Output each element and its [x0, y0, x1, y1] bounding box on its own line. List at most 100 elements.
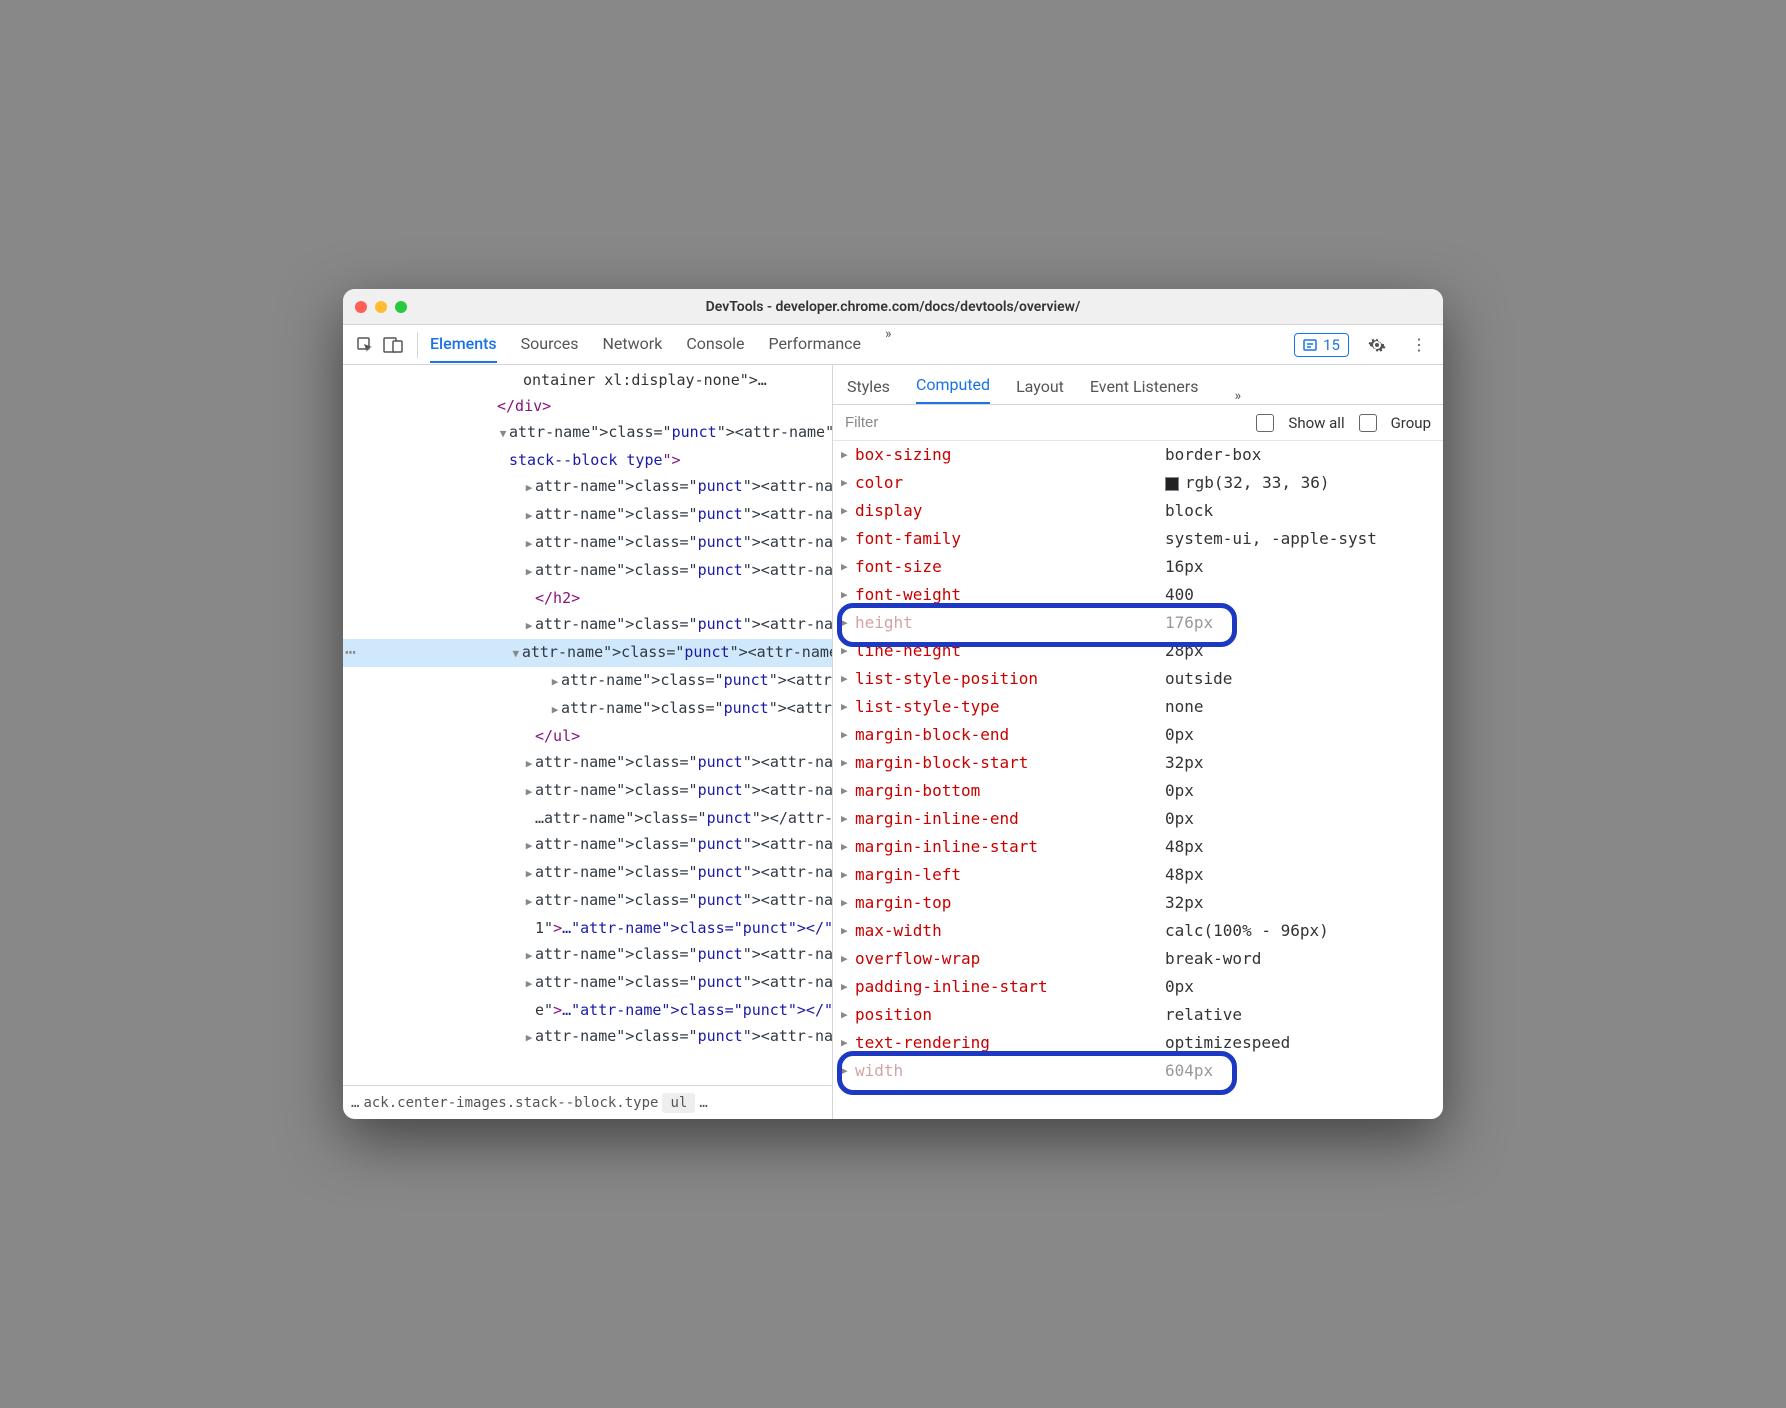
expand-caret-icon[interactable]: ▶ — [841, 693, 855, 721]
expand-caret-icon[interactable]: ▶ — [523, 613, 535, 639]
group-checkbox[interactable] — [1359, 414, 1377, 432]
computed-property-row[interactable]: ▶ list-style-position outside — [833, 665, 1443, 693]
show-all-checkbox[interactable] — [1256, 414, 1274, 432]
expand-caret-icon[interactable]: ▶ — [841, 889, 855, 917]
property-name: font-weight — [855, 581, 1165, 609]
tab-elements[interactable]: Elements — [430, 326, 497, 363]
tab-sources[interactable]: Sources — [521, 326, 579, 363]
expand-caret-icon[interactable]: ▶ — [549, 669, 561, 695]
expand-caret-icon[interactable]: ▶ — [841, 553, 855, 581]
expand-caret-icon[interactable]: ▶ — [841, 945, 855, 973]
breadcrumbs[interactable]: … ack.center-images.stack--block.type ul… — [343, 1085, 832, 1119]
tab-event-listeners[interactable]: Event Listeners — [1090, 369, 1199, 404]
computed-property-row[interactable]: ▶ margin-bottom 0px — [833, 777, 1443, 805]
expand-caret-icon[interactable]: ▶ — [523, 475, 535, 501]
dom-tree[interactable]: ontainer xl:display-none">…</div>▼attr-n… — [343, 365, 832, 1085]
computed-property-row[interactable]: ▶ position relative — [833, 1001, 1443, 1029]
property-value: optimizespeed — [1165, 1029, 1443, 1057]
expand-caret-icon[interactable]: ▶ — [841, 861, 855, 889]
computed-property-row[interactable]: ▶ font-weight 400 — [833, 581, 1443, 609]
tab-layout[interactable]: Layout — [1016, 369, 1064, 404]
tab-computed[interactable]: Computed — [916, 367, 990, 404]
expand-caret-icon[interactable]: ▶ — [523, 943, 535, 969]
expand-caret-icon[interactable]: ▶ — [523, 971, 535, 997]
computed-property-row[interactable]: ▶ list-style-type none — [833, 693, 1443, 721]
expand-caret-icon[interactable]: ▶ — [841, 805, 855, 833]
computed-property-row[interactable]: ▶ margin-left 48px — [833, 861, 1443, 889]
property-name: display — [855, 497, 1165, 525]
expand-caret-icon[interactable]: ▶ — [523, 1025, 535, 1051]
expand-caret-icon[interactable]: ▶ — [523, 833, 535, 859]
expand-caret-icon[interactable]: ▶ — [841, 665, 855, 693]
more-sidebar-tabs-icon[interactable]: » — [1234, 388, 1241, 404]
computed-property-row[interactable]: ▶ margin-inline-end 0px — [833, 805, 1443, 833]
computed-property-row[interactable]: ▶ height 176px — [833, 609, 1443, 637]
expand-caret-icon[interactable]: ▶ — [841, 469, 855, 497]
device-toggle-icon[interactable] — [381, 333, 405, 357]
expand-caret-icon[interactable]: ▶ — [841, 525, 855, 553]
expand-caret-icon[interactable]: ▶ — [841, 609, 855, 637]
computed-list[interactable]: ▶ box-sizing border-box ▶ color rgb(32, … — [833, 441, 1443, 1119]
computed-property-row[interactable]: ▶ overflow-wrap break-word — [833, 945, 1443, 973]
expand-caret-icon[interactable]: ▶ — [523, 531, 535, 557]
computed-property-row[interactable]: ▶ max-width calc(100% - 96px) — [833, 917, 1443, 945]
expand-caret-icon[interactable]: ▶ — [523, 889, 535, 915]
computed-property-row[interactable]: ▶ width 604px — [833, 1057, 1443, 1085]
computed-property-row[interactable]: ▶ line-height 28px — [833, 637, 1443, 665]
computed-property-row[interactable]: ▶ padding-inline-start 0px — [833, 973, 1443, 1001]
window-title: DevTools - developer.chrome.com/docs/dev… — [706, 299, 1081, 315]
expand-caret-icon[interactable]: ▶ — [523, 503, 535, 529]
expand-caret-icon[interactable]: ▶ — [841, 749, 855, 777]
minimize-icon[interactable] — [375, 301, 387, 313]
property-name: overflow-wrap — [855, 945, 1165, 973]
issues-badge[interactable]: 15 — [1294, 333, 1349, 357]
tab-console[interactable]: Console — [686, 326, 744, 363]
expand-caret-icon[interactable]: ▶ — [841, 917, 855, 945]
computed-property-row[interactable]: ▶ box-sizing border-box — [833, 441, 1443, 469]
expand-caret-icon[interactable]: ▶ — [841, 833, 855, 861]
settings-icon[interactable] — [1363, 331, 1391, 359]
computed-property-row[interactable]: ▶ margin-top 32px — [833, 889, 1443, 917]
close-icon[interactable] — [355, 301, 367, 313]
expand-caret-icon[interactable]: ▶ — [549, 697, 561, 723]
filter-input[interactable] — [845, 414, 1242, 431]
expand-caret-icon[interactable]: ▶ — [841, 721, 855, 749]
expand-caret-icon[interactable]: ▼ — [510, 641, 522, 667]
computed-property-row[interactable]: ▶ margin-block-end 0px — [833, 721, 1443, 749]
more-tabs-icon[interactable]: » — [885, 326, 892, 363]
expand-caret-icon[interactable]: ▼ — [497, 421, 509, 447]
color-swatch[interactable] — [1165, 477, 1179, 491]
expand-caret-icon[interactable]: ▶ — [841, 777, 855, 805]
expand-caret-icon[interactable]: ▶ — [841, 973, 855, 1001]
tab-styles[interactable]: Styles — [847, 369, 890, 404]
expand-caret-icon[interactable]: ▶ — [523, 751, 535, 777]
tab-performance[interactable]: Performance — [768, 326, 861, 363]
expand-caret-icon[interactable]: ▶ — [841, 1001, 855, 1029]
computed-property-row[interactable]: ▶ margin-inline-start 48px — [833, 833, 1443, 861]
computed-property-row[interactable]: ▶ margin-block-start 32px — [833, 749, 1443, 777]
computed-property-row[interactable]: ▶ text-rendering optimizespeed — [833, 1029, 1443, 1057]
tab-network[interactable]: Network — [603, 326, 663, 363]
inspect-icon[interactable] — [353, 333, 377, 357]
expand-caret-icon[interactable]: ▶ — [841, 1029, 855, 1057]
selected-element-row[interactable]: ⋯▼attr-name">class="punct"><attr-name">c… — [343, 639, 832, 667]
overflow-icon[interactable]: ⋯ — [343, 640, 358, 666]
zoom-icon[interactable] — [395, 301, 407, 313]
expand-caret-icon[interactable]: ▶ — [523, 559, 535, 585]
expand-caret-icon[interactable]: ▶ — [841, 1057, 855, 1085]
expand-caret-icon[interactable]: ▶ — [841, 581, 855, 609]
crumb-trailing[interactable]: … — [699, 1095, 707, 1111]
computed-property-row[interactable]: ▶ color rgb(32, 33, 36) — [833, 469, 1443, 497]
more-menu-icon[interactable]: ⋮ — [1405, 331, 1433, 359]
crumb-ellipsis[interactable]: … — [351, 1095, 359, 1111]
expand-caret-icon[interactable]: ▶ — [841, 441, 855, 469]
expand-caret-icon[interactable]: ▶ — [523, 861, 535, 887]
expand-caret-icon[interactable]: ▶ — [523, 779, 535, 805]
computed-property-row[interactable]: ▶ display block — [833, 497, 1443, 525]
crumb-selected[interactable]: ul — [662, 1093, 695, 1113]
expand-caret-icon[interactable]: ▶ — [841, 637, 855, 665]
computed-property-row[interactable]: ▶ font-size 16px — [833, 553, 1443, 581]
expand-caret-icon[interactable]: ▶ — [841, 497, 855, 525]
crumb-path[interactable]: ack.center-images.stack--block.type — [363, 1095, 658, 1111]
computed-property-row[interactable]: ▶ font-family system-ui, -apple-syst — [833, 525, 1443, 553]
